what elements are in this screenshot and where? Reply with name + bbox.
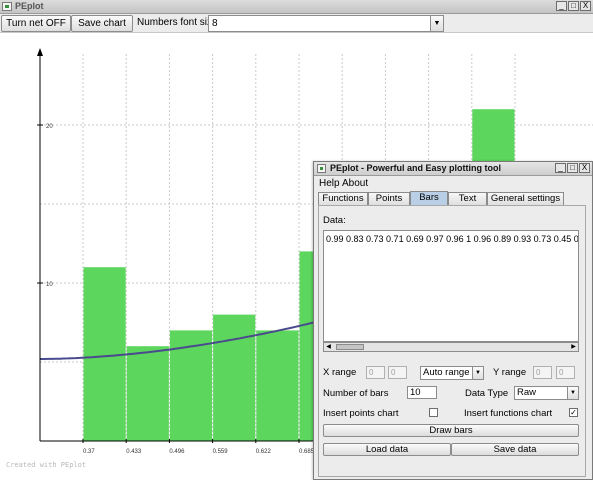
y-axis-arrow-icon [37, 48, 43, 56]
x-range-max-field[interactable]: 0 [388, 366, 407, 379]
x-tick-label: 0.496 [169, 449, 185, 455]
dialog-title: PEplot - Powerful and Easy plotting tool [330, 163, 501, 173]
x-tick-label: 0.37 [83, 449, 95, 455]
tab-points[interactable]: Points [368, 192, 410, 205]
dialog-close-button[interactable]: X [579, 163, 590, 173]
data-label: Data: [323, 215, 346, 226]
insert-functions-label: Insert functions chart [464, 408, 553, 419]
data-type-value: Raw [517, 387, 537, 398]
main-titlebar: PEplot _ □ X [0, 0, 593, 14]
dialog-minimize-button[interactable]: _ [555, 163, 566, 173]
app-icon [2, 2, 12, 11]
horizontal-scrollbar[interactable]: ◀ ▶ [323, 342, 579, 352]
load-data-button[interactable]: Load data [323, 443, 451, 456]
scroll-right-icon[interactable]: ▶ [569, 343, 578, 351]
chart-bar [213, 314, 256, 441]
range-mode-select[interactable]: Auto range ▼ [420, 366, 484, 380]
chart-bar [126, 346, 169, 441]
maximize-button[interactable]: □ [568, 1, 579, 11]
menu-about[interactable]: About [342, 178, 368, 189]
scroll-thumb[interactable] [336, 344, 364, 350]
y-range-max-field[interactable]: 0 [556, 366, 575, 379]
insert-points-checkbox[interactable] [429, 408, 438, 417]
scroll-left-icon[interactable]: ◀ [324, 343, 333, 351]
x-tick-label: 0.559 [213, 449, 229, 455]
x-tick-label: 0.622 [256, 449, 272, 455]
turn-net-off-button[interactable]: Turn net OFF [1, 15, 71, 32]
watermark: Created with PEplot [6, 461, 87, 469]
y-range-label: Y range [493, 367, 527, 378]
x-range-min-field[interactable]: 0 [366, 366, 385, 379]
font-size-select[interactable]: 8 ▼ [208, 15, 444, 32]
x-range-label: X range [323, 367, 357, 378]
number-of-bars-label: Number of bars [323, 388, 389, 399]
chevron-down-icon[interactable]: ▼ [472, 367, 483, 379]
x-tick-label: 0.433 [126, 449, 142, 455]
tab-bars[interactable]: Bars [410, 191, 448, 205]
menu-help[interactable]: Help [319, 178, 340, 189]
bars-tab-panel: Data: 0.99 0.83 0.73 0.71 0.69 0.97 0.96… [318, 205, 586, 477]
dialog-menubar: Help About [314, 177, 592, 190]
dialog-maximize-button[interactable]: □ [567, 163, 578, 173]
chart-bar [256, 330, 299, 441]
font-size-value: 8 [212, 18, 218, 29]
peplot-dialog: PEplot - Powerful and Easy plotting tool… [313, 161, 593, 480]
data-textarea[interactable]: 0.99 0.83 0.73 0.71 0.69 0.97 0.96 1 0.9… [323, 230, 579, 342]
y-tick-label: 10 [46, 282, 53, 288]
dialog-titlebar[interactable]: PEplot - Powerful and Easy plotting tool… [314, 162, 592, 176]
y-range-min-field[interactable]: 0 [533, 366, 552, 379]
close-button[interactable]: X [580, 1, 591, 11]
chevron-down-icon[interactable]: ▼ [567, 387, 578, 399]
toolbar: Turn net OFF Save chart Numbers font siz… [0, 14, 593, 33]
save-data-button[interactable]: Save data [451, 443, 579, 456]
data-type-select[interactable]: Raw ▼ [514, 386, 579, 400]
insert-points-label: Insert points chart [323, 408, 399, 419]
insert-functions-checkbox[interactable]: ✓ [569, 408, 578, 417]
chevron-down-icon[interactable]: ▼ [430, 16, 443, 31]
data-text: 0.99 0.83 0.73 0.71 0.69 0.97 0.96 1 0.9… [326, 234, 579, 244]
minimize-button[interactable]: _ [556, 1, 567, 11]
main-window-title: PEplot [15, 1, 44, 11]
tab-general-settings[interactable]: General settings [487, 192, 564, 205]
tab-text[interactable]: Text [448, 192, 487, 205]
range-mode-value: Auto range [423, 367, 470, 378]
app-icon [317, 164, 326, 173]
tab-functions[interactable]: Functions [318, 192, 368, 205]
draw-bars-button[interactable]: Draw bars [323, 424, 579, 437]
data-type-label: Data Type [465, 388, 509, 399]
y-tick-label: 20 [46, 124, 53, 130]
number-of-bars-input[interactable]: 10 [407, 386, 437, 399]
save-chart-button[interactable]: Save chart [71, 15, 133, 32]
